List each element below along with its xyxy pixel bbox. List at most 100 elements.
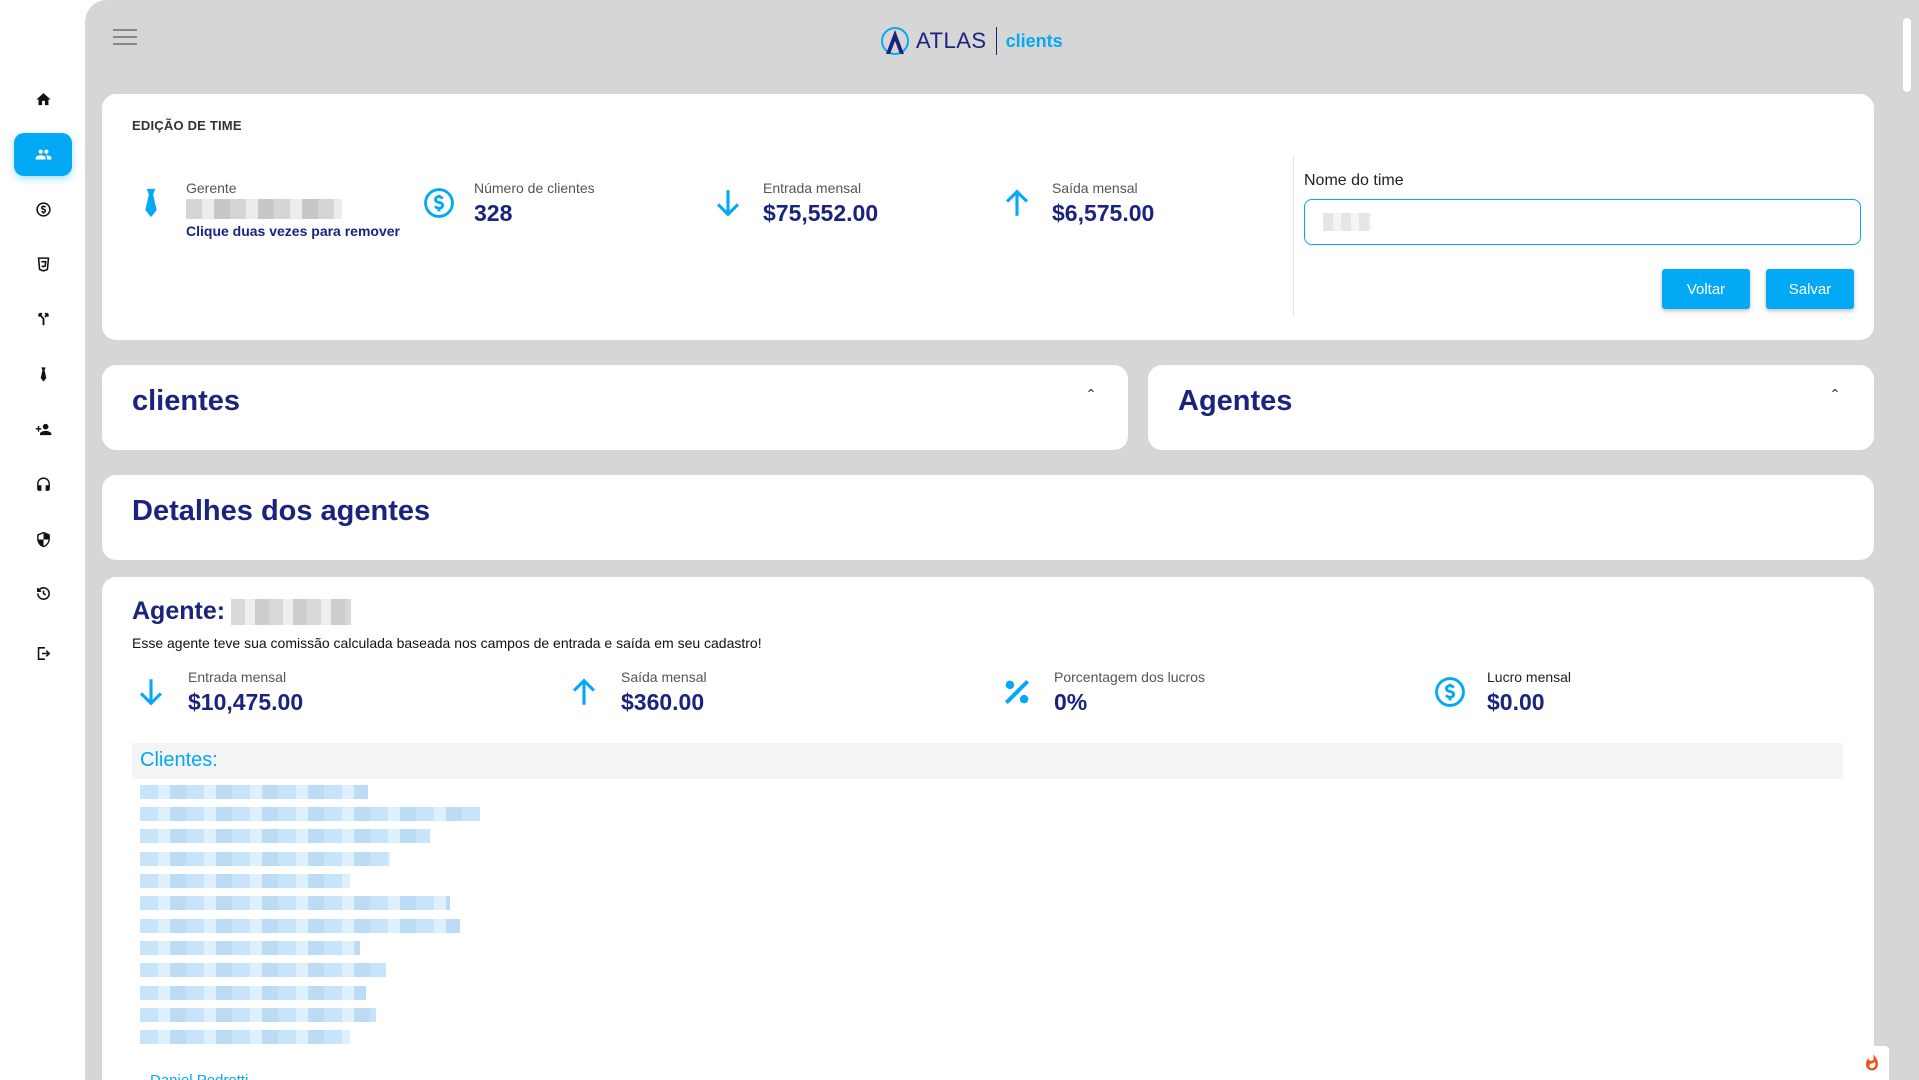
tie-icon xyxy=(132,184,170,222)
agent-monthly-out-value: $360.00 xyxy=(621,689,705,715)
logout-icon xyxy=(37,647,50,660)
agents-section[interactable]: Agentes ˆ xyxy=(1148,365,1874,450)
dollar-circle-icon xyxy=(1431,673,1469,711)
clients-section-title: clientes xyxy=(132,385,240,417)
agent-name xyxy=(231,598,352,625)
tie-icon xyxy=(40,367,46,382)
arrow-up-icon xyxy=(998,184,1036,222)
clients-count-label: Número de clientes xyxy=(474,180,595,196)
monthly-in-label: Entrada mensal xyxy=(763,180,862,196)
client-list-item[interactable] xyxy=(140,852,390,866)
agent-monthly-out-stat: Saída mensal $360.00 xyxy=(565,669,707,716)
app-logo: ATLAS clients xyxy=(878,25,1063,57)
manager-stat[interactable]: Gerente Clique duas vezes para remover xyxy=(132,180,400,239)
sidebar-item-security[interactable] xyxy=(14,518,72,561)
app-name: clients xyxy=(1005,30,1063,51)
sidebar-item-history[interactable] xyxy=(14,572,72,615)
vertical-divider xyxy=(1293,156,1294,316)
sidebar-item-html[interactable] xyxy=(14,243,72,286)
clients-count-value: 328 xyxy=(474,200,513,226)
headset-icon xyxy=(36,477,50,491)
agent-profit-pct-stat: Porcentagem dos lucros 0% xyxy=(998,669,1205,716)
sidebar-item-finance[interactable] xyxy=(14,188,72,231)
agent-title-prefix: Agente: xyxy=(132,597,226,625)
card-title: EDIÇÃO DE TIME xyxy=(132,118,242,133)
monthly-out-value: $6,575.00 xyxy=(1052,200,1155,226)
client-list-item[interactable] xyxy=(140,1030,350,1044)
shield-icon xyxy=(36,531,50,548)
monthly-out-stat: Saída mensal $6,575.00 xyxy=(998,180,1154,227)
team-name-input[interactable] xyxy=(1304,199,1861,245)
logo-divider xyxy=(995,27,997,55)
sidebar-item-support[interactable] xyxy=(14,463,72,506)
agent-details-title: Detalhes dos agentes xyxy=(132,495,431,527)
agent-commission-note: Esse agente teve sua comissão calculada … xyxy=(132,635,762,651)
dollar-circle-icon xyxy=(420,184,458,222)
client-list-item[interactable] xyxy=(140,941,360,955)
fire-icon[interactable] xyxy=(1855,1046,1889,1080)
agent-monthly-profit-stat: Lucro mensal $0.00 xyxy=(1431,669,1571,716)
team-name-value xyxy=(1323,213,1371,231)
sidebar-item-routing[interactable] xyxy=(14,298,72,341)
brand-name: ATLAS xyxy=(916,28,987,53)
percent-icon xyxy=(998,673,1036,711)
monthly-in-stat: Entrada mensal $75,552.00 xyxy=(709,180,878,227)
sidebar-item-teams[interactable] xyxy=(14,133,72,176)
agent-monthly-profit-value: $0.00 xyxy=(1487,689,1545,715)
agent-monthly-in-value: $10,475.00 xyxy=(188,689,304,715)
save-button[interactable]: Salvar xyxy=(1766,269,1854,309)
client-list-item[interactable] xyxy=(140,874,350,888)
agent-title: Agente: xyxy=(132,597,352,626)
clients-count-stat: Número de clientes 328 xyxy=(420,180,595,227)
glass-icon xyxy=(37,257,49,272)
client-list-item[interactable] xyxy=(140,896,450,910)
app-root: ATLAS clients EDIÇÃO DE TIME Gerente Cli… xyxy=(0,0,1919,1080)
clients-list-label: Clientes: xyxy=(140,749,218,771)
agents-section-title: Agentes xyxy=(1178,385,1293,417)
sidebar-item-add-user[interactable] xyxy=(14,408,72,451)
chevron-up-icon[interactable]: ˆ xyxy=(1832,387,1838,408)
clients-list-header: Clientes: xyxy=(132,743,1843,779)
home-icon xyxy=(35,93,51,106)
sidebar xyxy=(0,0,85,1080)
manager-label: Gerente xyxy=(186,180,237,196)
person-add-icon xyxy=(35,423,51,436)
arrow-up-icon xyxy=(565,673,603,711)
client-list-item[interactable] xyxy=(140,807,480,821)
sidebar-item-logout[interactable] xyxy=(14,632,72,675)
dollar-circle-icon xyxy=(35,202,51,217)
agent-card: Agente: Esse agente teve sua comissão ca… xyxy=(102,577,1874,1080)
chevron-up-icon[interactable]: ˆ xyxy=(1088,387,1094,408)
monthly-in-value: $75,552.00 xyxy=(763,200,879,226)
atlas-logo-icon xyxy=(881,27,909,55)
client-list-item[interactable] xyxy=(140,829,430,843)
clients-section[interactable]: clientes ˆ xyxy=(102,365,1128,450)
client-list-item[interactable] xyxy=(140,785,368,799)
sidebar-item-managers[interactable] xyxy=(14,353,72,396)
client-list-item[interactable] xyxy=(140,919,460,933)
agent-monthly-in-stat: Entrada mensal $10,475.00 xyxy=(132,669,303,716)
client-list-item[interactable] xyxy=(140,986,366,1000)
people-icon xyxy=(35,149,51,160)
arrow-down-icon xyxy=(132,673,170,711)
agent-details-header: Detalhes dos agentes xyxy=(102,475,1874,560)
arrow-down-icon xyxy=(709,184,747,222)
manager-name xyxy=(186,199,342,219)
client-list-item[interactable]: Daniel Pedrotti xyxy=(150,1072,248,1080)
merge-icon xyxy=(37,312,49,326)
scrollbar-thumb[interactable] xyxy=(1903,18,1911,92)
main-content: ATLAS clients EDIÇÃO DE TIME Gerente Cli… xyxy=(85,0,1919,1080)
monthly-out-label: Saída mensal xyxy=(1052,180,1138,196)
history-icon xyxy=(36,587,50,600)
agent-monthly-in-label: Entrada mensal xyxy=(188,669,287,685)
menu-toggle-icon[interactable] xyxy=(113,29,137,47)
team-name-label: Nome do time xyxy=(1304,172,1404,189)
team-edit-card: EDIÇÃO DE TIME Gerente Clique duas vezes… xyxy=(102,94,1874,340)
client-list-item[interactable] xyxy=(140,963,386,977)
remove-manager-hint: Clique duas vezes para remover xyxy=(186,223,400,239)
sidebar-item-home[interactable] xyxy=(14,78,72,121)
agent-monthly-profit-label: Lucro mensal xyxy=(1487,669,1572,685)
back-button[interactable]: Voltar xyxy=(1662,269,1750,309)
agent-profit-pct-label: Porcentagem dos lucros xyxy=(1054,669,1205,685)
client-list-item[interactable] xyxy=(140,1008,376,1022)
